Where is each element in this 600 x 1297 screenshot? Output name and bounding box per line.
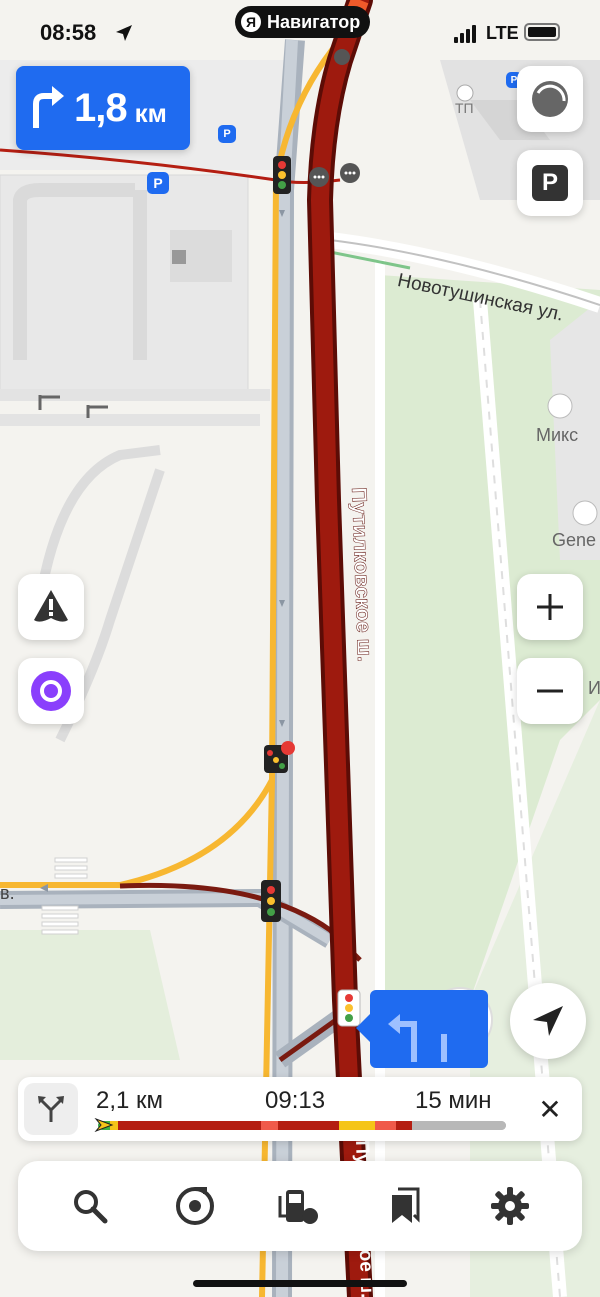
settings-button[interactable] <box>480 1176 540 1236</box>
app-badge[interactable]: Я Навигатор <box>235 6 371 38</box>
lane-guidance <box>356 990 488 1068</box>
gas-station-icon <box>278 1190 318 1224</box>
zoom-out-button[interactable] <box>517 658 583 724</box>
music-button[interactable] <box>165 1176 225 1236</box>
gas-station-button[interactable] <box>270 1176 330 1236</box>
poi-label-tp: ТП <box>455 100 474 116</box>
parking-button[interactable]: P <box>517 150 583 216</box>
yandex-logo-icon: Я <box>241 12 261 32</box>
traffic-layer-button[interactable] <box>517 66 583 132</box>
search-button[interactable] <box>60 1176 120 1236</box>
poi-label-gene[interactable]: Gene <box>552 530 596 551</box>
bookmarks-icon <box>391 1187 420 1223</box>
traffic-segment <box>412 1121 506 1130</box>
traffic-progress-bar <box>98 1121 506 1130</box>
lane-left-icon <box>388 1014 417 1062</box>
parking-marker-small[interactable]: P <box>218 125 236 143</box>
my-location-button[interactable] <box>510 983 586 1059</box>
traffic-segment <box>277 1121 339 1130</box>
maneuver-distance: 1,8 <box>74 85 128 130</box>
zoom-in-button[interactable] <box>517 574 583 640</box>
map-label-partial-right: И <box>588 678 600 698</box>
route-start-arrow-icon <box>94 1118 114 1132</box>
traffic-segment <box>338 1121 376 1130</box>
report-incident-button[interactable] <box>18 574 84 640</box>
trip-duration: 15 мин <box>415 1087 492 1114</box>
road-label-partial: в. <box>0 883 15 903</box>
maneuver-unit: км <box>134 97 167 128</box>
close-route-button[interactable]: ✕ <box>532 1091 568 1127</box>
plus-icon <box>537 594 563 620</box>
parking-icon: P <box>532 165 568 201</box>
battery-icon <box>524 23 560 41</box>
bookmarks-button[interactable] <box>375 1176 435 1236</box>
traffic-segment <box>118 1121 262 1130</box>
status-time: 08:58 <box>40 20 97 45</box>
app-name: Навигатор <box>267 11 361 32</box>
alice-icon <box>31 671 71 711</box>
parking-marker[interactable]: P <box>147 172 169 194</box>
location-arrow-icon <box>116 25 132 41</box>
bottom-toolbar <box>18 1161 582 1251</box>
next-maneuver-card[interactable]: 1,8 км <box>16 66 190 150</box>
settings-icon <box>490 1187 529 1225</box>
cellular-signal-icon <box>454 25 476 43</box>
music-icon <box>176 1187 215 1225</box>
arrival-time: 09:13 <box>265 1087 326 1114</box>
minus-icon <box>537 689 563 693</box>
route-summary[interactable]: 2,1 км 09:13 15 мин ✕ <box>18 1077 582 1141</box>
lane-straight-icon <box>441 1034 447 1062</box>
search-icon <box>74 1190 108 1224</box>
traffic-circle-icon <box>532 81 568 117</box>
alternative-routes-button[interactable] <box>24 1083 78 1135</box>
poi-label-miks[interactable]: Микс <box>536 425 578 446</box>
warning-icon <box>34 590 68 622</box>
turn-right-icon <box>33 86 64 128</box>
home-indicator[interactable] <box>193 1280 407 1287</box>
alice-assistant-button[interactable] <box>18 658 84 724</box>
traffic-segment <box>375 1121 396 1130</box>
fork-route-icon <box>38 1096 64 1122</box>
traffic-segment <box>395 1121 413 1130</box>
network-type: LTE <box>486 23 519 43</box>
close-icon: ✕ <box>538 1093 562 1125</box>
navigation-arrow-icon <box>533 1006 563 1036</box>
traffic-segment <box>261 1121 278 1130</box>
remaining-distance: 2,1 км <box>96 1087 164 1114</box>
